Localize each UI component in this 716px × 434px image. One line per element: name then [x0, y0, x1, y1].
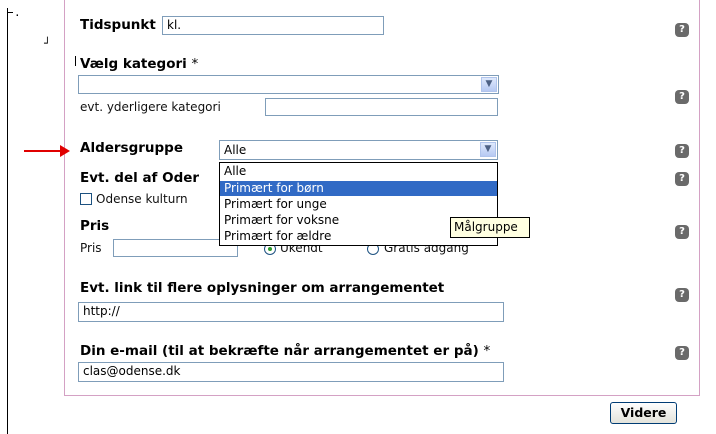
red-arrow — [24, 150, 64, 152]
email-label: Din e-mail (til at bekræfte når arrangem… — [80, 343, 490, 359]
aldersgruppe-select[interactable]: Alle ▼ — [219, 140, 498, 160]
kategori-label: Vælg kategori * — [80, 56, 198, 72]
tidspunkt-input[interactable]: kl. — [162, 16, 384, 35]
email-input[interactable]: clas@odense.dk — [78, 362, 504, 382]
aldersgruppe-select-value: Alle — [224, 143, 247, 157]
dropdown-option[interactable]: Primært for unge — [220, 197, 497, 212]
tooltip: Målgruppe — [450, 217, 530, 238]
help-icon[interactable]: ? — [675, 225, 689, 239]
left-border-line — [7, 14, 8, 434]
ekstra-kategori-label: evt. yderligere kategori — [80, 100, 221, 114]
odense-kulturnat-checkbox[interactable] — [80, 193, 92, 205]
email-label-text: Din e-mail (til at bekræfte når arrangem… — [80, 343, 479, 359]
del-af-label: Evt. del af Oder — [80, 170, 200, 186]
help-icon[interactable]: ? — [675, 288, 689, 302]
tidspunkt-label: Tidspunkt — [80, 17, 156, 33]
odense-kulturnat-label: Odense kulturn — [96, 192, 188, 206]
help-icon[interactable]: ? — [675, 90, 689, 104]
kategori-select[interactable]: ▼ — [78, 75, 499, 94]
help-icon[interactable]: ? — [675, 172, 689, 186]
chevron-down-icon[interactable]: ▼ — [481, 77, 497, 92]
dropdown-option-selected[interactable]: Primært for børn — [220, 181, 497, 196]
link-label: Evt. link til flere oplysninger om arran… — [80, 280, 445, 296]
kategori-label-text: Vælg kategori — [80, 56, 187, 72]
help-icon[interactable]: ? — [675, 346, 689, 360]
aldersgruppe-label: Aldersgruppe — [80, 140, 184, 156]
dropdown-option[interactable]: Alle — [220, 164, 497, 179]
pris-label: Pris — [80, 218, 110, 234]
kategori-tick — [75, 56, 76, 66]
red-arrow-head — [60, 145, 70, 157]
required-mark: * — [483, 343, 491, 359]
link-input[interactable]: http:// — [78, 302, 504, 322]
ekstra-kategori-input[interactable] — [265, 98, 498, 116]
required-mark: * — [191, 56, 199, 72]
chevron-down-icon[interactable]: ▼ — [480, 142, 496, 157]
corner-dot: · — [14, 9, 21, 22]
left-top-tick-v — [7, 8, 8, 14]
pris-sub-label: Pris — [80, 241, 102, 255]
help-icon[interactable]: ? — [675, 23, 689, 37]
videre-button[interactable]: Videre — [610, 402, 677, 424]
help-icon[interactable]: ? — [675, 144, 689, 158]
corner-bracket: ┘ — [44, 37, 51, 50]
